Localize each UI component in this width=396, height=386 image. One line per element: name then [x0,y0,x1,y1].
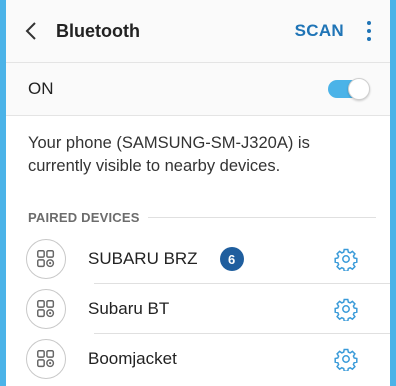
device-name: Boomjacket [88,349,177,368]
scan-button[interactable]: SCAN [295,21,344,41]
device-row-boomjacket[interactable]: Boomjacket [6,334,390,384]
gear-icon[interactable] [334,297,358,321]
bluetooth-toggle[interactable] [328,78,370,100]
toggle-label: ON [28,79,54,98]
device-name: Subaru BT [88,299,170,318]
device-name: SUBARU BRZ [88,249,198,268]
notification-badge: 6 [219,247,244,271]
section-label: PAIRED DEVICES [28,209,140,225]
gear-icon[interactable] [334,347,358,371]
device-row-subaru-brz[interactable]: SUBARU BRZ 6 [6,234,390,284]
device-row-subaru-bt[interactable]: Subaru BT [6,284,390,334]
back-chevron-icon [25,22,36,40]
bluetooth-settings-screen: Bluetooth SCAN ON Your phone (SAMSUNG-SM… [0,0,396,386]
bluetooth-toggle-row[interactable]: ON [6,63,390,116]
device-icon [26,339,66,379]
visibility-info: Your phone (SAMSUNG-SM-J320A) is current… [28,134,310,175]
back-button[interactable] [6,0,56,62]
more-options-button[interactable] [356,21,382,41]
page-title: Bluetooth [56,20,140,41]
gear-icon[interactable] [334,247,358,271]
app-bar: Bluetooth SCAN [6,0,390,63]
more-vert-icon [367,21,371,25]
device-icon [26,289,66,329]
section-divider [147,216,376,218]
paired-devices-header: PAIRED DEVICES [6,200,390,234]
device-icon [26,239,66,279]
toggle-knob [348,78,370,100]
